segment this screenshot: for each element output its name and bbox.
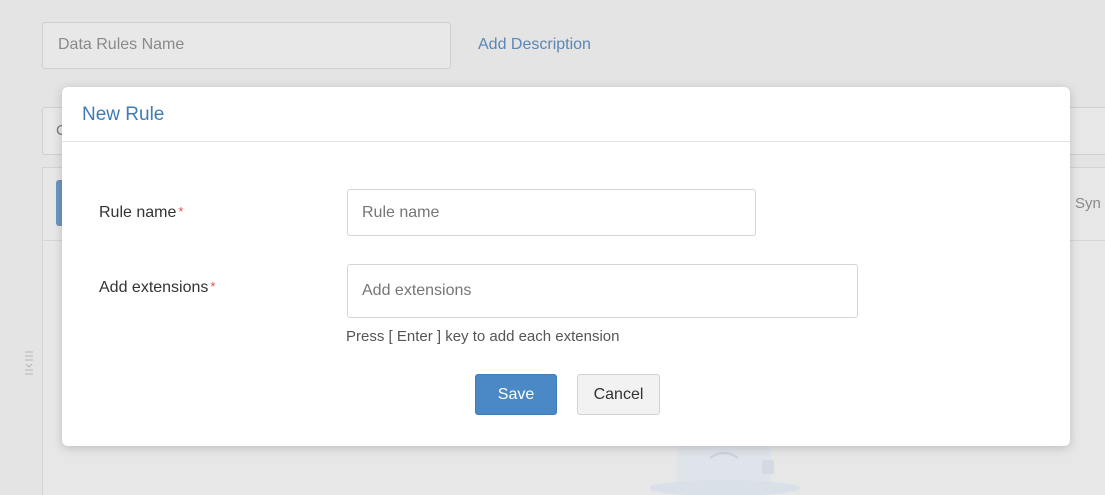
required-asterisk: * [178, 204, 184, 219]
add-description-link[interactable]: Add Description [478, 36, 591, 54]
drag-handle-icon[interactable] [24, 350, 34, 378]
add-extensions-label-text: Add extensions [99, 279, 209, 296]
rule-name-label-text: Rule name [99, 204, 177, 221]
data-rules-name-input[interactable]: Data Rules Name [42, 22, 451, 69]
modal-title: New Rule [82, 104, 165, 125]
empty-state-illustration [636, 446, 822, 495]
background-tab-label: Syn [1075, 195, 1101, 212]
add-extensions-label: Add extensions * [99, 279, 215, 297]
rule-name-label: Rule name * [99, 204, 183, 222]
new-rule-modal: New Rule Rule name* Add extensions* Pres… [62, 87, 1070, 446]
extensions-help-text: Press [ Enter ] key to add each extensio… [346, 328, 620, 345]
cancel-button[interactable]: Cancel [577, 374, 660, 415]
save-button[interactable]: Save [475, 374, 557, 415]
modal-header: New Rule [62, 87, 1070, 142]
add-extensions-input[interactable] [347, 264, 858, 318]
required-asterisk: * [210, 279, 216, 294]
rule-name-input[interactable] [347, 189, 756, 236]
